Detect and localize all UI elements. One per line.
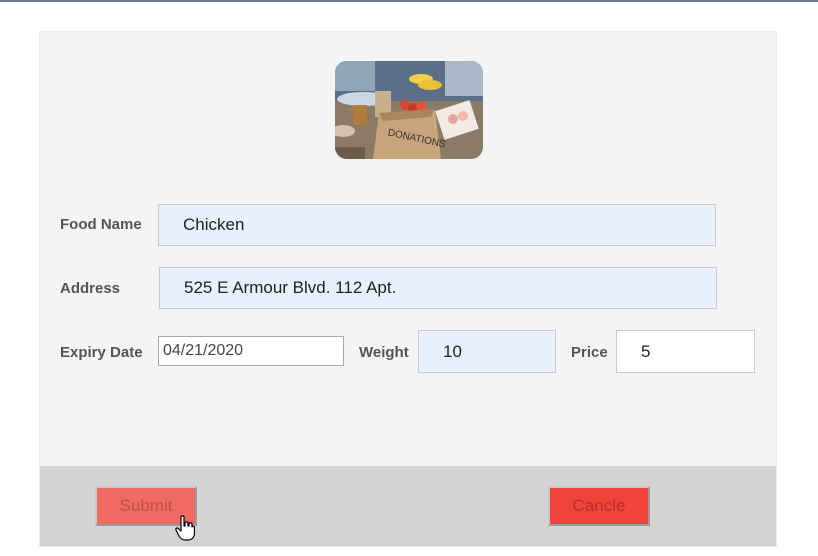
- donations-image: DONATIONS: [335, 61, 483, 159]
- hand-pointer-icon: [175, 515, 195, 541]
- donation-form-card: DONATIONS Food Name Address Expiry Date …: [39, 31, 777, 547]
- weight-input[interactable]: [418, 330, 556, 373]
- food-name-label: Food Name: [60, 216, 142, 233]
- window-top-border: [0, 0, 818, 2]
- expiry-date-input[interactable]: [158, 336, 344, 366]
- form-footer: Submit Cancle: [40, 466, 776, 546]
- weight-label: Weight: [359, 344, 409, 361]
- price-label: Price: [571, 344, 608, 361]
- food-name-input[interactable]: [158, 204, 716, 246]
- cancel-button[interactable]: Cancle: [548, 486, 650, 526]
- price-input[interactable]: [616, 330, 755, 373]
- address-input[interactable]: [159, 267, 717, 309]
- expiry-date-label: Expiry Date: [60, 344, 143, 361]
- donations-photo: DONATIONS: [335, 61, 483, 159]
- address-label: Address: [60, 280, 121, 297]
